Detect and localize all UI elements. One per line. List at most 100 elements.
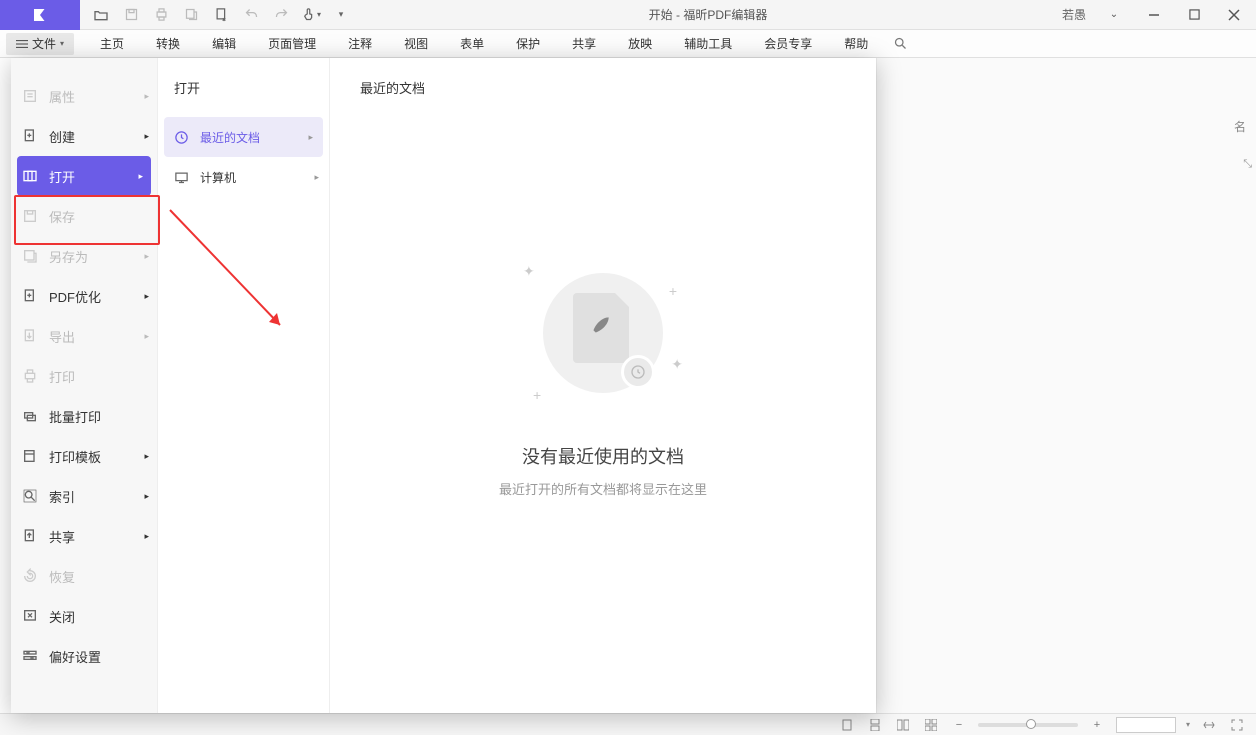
touch-icon[interactable]: ▾	[298, 2, 324, 28]
tab-view[interactable]: 视图	[388, 30, 444, 58]
menu-label: 打印模板	[49, 447, 101, 466]
menu-label: 导出	[49, 327, 75, 346]
zoom-in-icon[interactable]: +	[1088, 717, 1106, 733]
chevron-right-icon: ▸	[308, 132, 313, 143]
empty-subtext: 最近打开的所有文档都将显示在这里	[499, 479, 707, 498]
index-icon	[21, 487, 39, 505]
menu-print-template[interactable]: 打印模板▸	[11, 436, 157, 476]
user-dropdown-icon[interactable]: ⌄	[1096, 1, 1132, 29]
optimize-icon	[21, 287, 39, 305]
tab-home[interactable]: 主页	[84, 30, 140, 58]
file-tab[interactable]: 文件 ▾	[6, 33, 74, 55]
menu-label: 属性	[49, 87, 75, 106]
menu-label: 打开	[49, 167, 75, 186]
tab-edit[interactable]: 编辑	[196, 30, 252, 58]
chevron-right-icon: ▸	[144, 131, 149, 142]
tab-tools[interactable]: 辅助工具	[668, 30, 748, 58]
titlebar-right: 若愚 ⌄	[1062, 1, 1252, 29]
app-logo	[0, 0, 80, 30]
open-recent[interactable]: 最近的文档 ▸	[164, 117, 323, 157]
chevron-right-icon: ▸	[138, 171, 143, 182]
menu-export: 导出 ▸	[11, 316, 157, 356]
view-single-icon[interactable]	[838, 717, 856, 733]
tab-present[interactable]: 放映	[612, 30, 668, 58]
save-icon[interactable]	[118, 2, 144, 28]
menu-preferences[interactable]: 偏好设置	[11, 636, 157, 676]
tab-convert[interactable]: 转换	[140, 30, 196, 58]
menu-label: 打印	[49, 367, 75, 386]
properties-icon	[21, 87, 39, 105]
clock-icon	[172, 128, 190, 146]
menu-share[interactable]: 共享▸	[11, 516, 157, 556]
close-icon[interactable]	[1216, 1, 1252, 29]
print-icon[interactable]	[148, 2, 174, 28]
redo-icon[interactable]	[268, 2, 294, 28]
menu-label: 索引	[49, 487, 75, 506]
menu-label: 恢复	[49, 567, 75, 586]
maximize-icon[interactable]	[1176, 1, 1212, 29]
computer-icon	[172, 168, 190, 186]
menu-label: 保存	[49, 207, 75, 226]
tab-form[interactable]: 表单	[444, 30, 500, 58]
zoom-out-icon[interactable]: −	[950, 717, 968, 733]
view-facing-icon[interactable]	[894, 717, 912, 733]
open-icon	[21, 167, 39, 185]
statusbar: − + ▾	[0, 713, 1256, 735]
tab-page[interactable]: 页面管理	[252, 30, 332, 58]
zoom-input[interactable]	[1116, 717, 1176, 733]
qat-more-icon[interactable]: ▾	[328, 2, 354, 28]
file-menu-list: 属性 ▸ 创建 ▸ 打开 ▸ 保存 另存为▸ PDF优化▸ 导出 ▸ 打印 批量打印 打…	[11, 58, 158, 713]
menu-print: 打印	[11, 356, 157, 396]
snapshot-icon[interactable]	[178, 2, 204, 28]
print-icon	[21, 367, 39, 385]
chevron-right-icon: ▸	[144, 491, 149, 502]
resize-icon: ⤡	[1243, 158, 1252, 171]
menu-label: 共享	[49, 527, 75, 546]
menu-open[interactable]: 打开 ▸	[17, 156, 151, 196]
menu-label: 批量打印	[49, 407, 101, 426]
menu-batch-print[interactable]: 批量打印	[11, 396, 157, 436]
search-icon[interactable]	[884, 36, 916, 51]
bg-column-header: 名	[1234, 118, 1246, 135]
open-submenu-title: 打开	[158, 78, 329, 97]
new-icon[interactable]	[208, 2, 234, 28]
zoom-slider[interactable]	[978, 723, 1078, 727]
menu-index[interactable]: 索引 ▸	[11, 476, 157, 516]
menu-label: 偏好设置	[49, 647, 101, 666]
quick-access-toolbar: ▾ ▾	[88, 2, 354, 28]
empty-illustration: ✦ + + ✦	[523, 253, 683, 413]
tab-annotate[interactable]: 注释	[332, 30, 388, 58]
fullscreen-icon[interactable]	[1228, 717, 1246, 733]
undo-icon[interactable]	[238, 2, 264, 28]
tab-protect[interactable]: 保护	[500, 30, 556, 58]
ribbon-tabs: 文件 ▾ 主页 转换 编辑 页面管理 注释 视图 表单 保护 共享 放映 辅助工…	[0, 30, 1256, 58]
menu-create[interactable]: 创建 ▸	[11, 116, 157, 156]
closefile-icon	[21, 607, 39, 625]
user-name[interactable]: 若愚	[1062, 6, 1086, 23]
empty-state: ✦ + + ✦ 没有最近使用的文档 最近打开的所有文档都将显示在这里	[360, 57, 846, 693]
submenu-label: 计算机	[200, 169, 236, 186]
menu-label: 关闭	[49, 607, 75, 626]
chevron-right-icon: ▸	[144, 331, 149, 342]
open-submenu: 打开 最近的文档 ▸ 计算机 ▸	[158, 58, 330, 713]
save-icon	[21, 207, 39, 225]
menu-close[interactable]: 关闭	[11, 596, 157, 636]
minimize-icon[interactable]	[1136, 1, 1172, 29]
file-menu-panel: 属性 ▸ 创建 ▸ 打开 ▸ 保存 另存为▸ PDF优化▸ 导出 ▸ 打印 批量打印 打…	[11, 58, 876, 713]
fit-width-icon[interactable]	[1200, 717, 1218, 733]
tab-member[interactable]: 会员专享	[748, 30, 828, 58]
tab-share[interactable]: 共享	[556, 30, 612, 58]
tab-help[interactable]: 帮助	[828, 30, 884, 58]
open-icon[interactable]	[88, 2, 114, 28]
menu-optimize[interactable]: PDF优化▸	[11, 276, 157, 316]
prefs-icon	[21, 647, 39, 665]
view-facing-cont-icon[interactable]	[922, 717, 940, 733]
submenu-label: 最近的文档	[200, 129, 260, 146]
open-computer[interactable]: 计算机 ▸	[158, 157, 329, 197]
restore-icon	[21, 567, 39, 585]
menu-label: 创建	[49, 127, 75, 146]
batch-print-icon	[21, 407, 39, 425]
view-continuous-icon[interactable]	[866, 717, 884, 733]
menu-saveas: 另存为▸	[11, 236, 157, 276]
titlebar: ▾ ▾ 开始 - 福昕PDF编辑器 若愚 ⌄	[0, 0, 1256, 30]
